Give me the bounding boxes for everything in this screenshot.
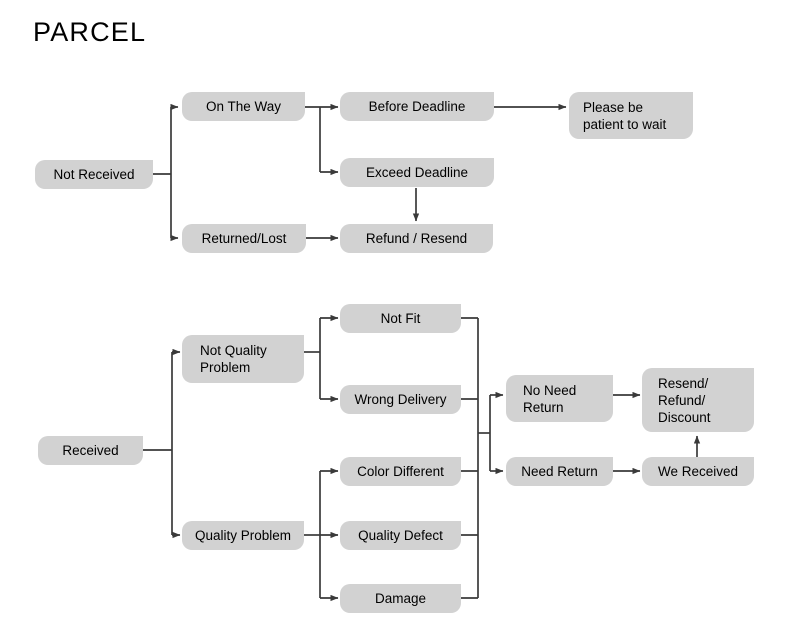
node-quality-defect[interactable]: Quality Defect [340, 521, 461, 550]
node-refund-resend[interactable]: Refund / Resend [340, 224, 493, 253]
node-we-received[interactable]: We Received [642, 457, 754, 486]
node-quality-problem[interactable]: Quality Problem [182, 521, 304, 550]
node-not-fit[interactable]: Not Fit [340, 304, 461, 333]
node-resend-refund-discount[interactable]: Resend/ Refund/ Discount [642, 368, 754, 432]
node-not-quality-problem[interactable]: Not Quality Problem [182, 335, 304, 383]
node-received[interactable]: Received [38, 436, 143, 465]
node-not-received[interactable]: Not Received [35, 160, 153, 189]
flowchart-canvas: PARCEL Not Received On The Way Returned/… [0, 0, 800, 642]
node-wrong-delivery[interactable]: Wrong Delivery [340, 385, 461, 414]
node-on-the-way[interactable]: On The Way [182, 92, 305, 121]
node-need-return[interactable]: Need Return [506, 457, 613, 486]
node-exceed-deadline[interactable]: Exceed Deadline [340, 158, 494, 187]
node-color-different[interactable]: Color Different [340, 457, 461, 486]
node-before-deadline[interactable]: Before Deadline [340, 92, 494, 121]
node-returned-lost[interactable]: Returned/Lost [182, 224, 306, 253]
node-damage[interactable]: Damage [340, 584, 461, 613]
node-no-need-return[interactable]: No Need Return [506, 375, 613, 422]
node-please-be-patient[interactable]: Please be patient to wait [569, 92, 693, 139]
